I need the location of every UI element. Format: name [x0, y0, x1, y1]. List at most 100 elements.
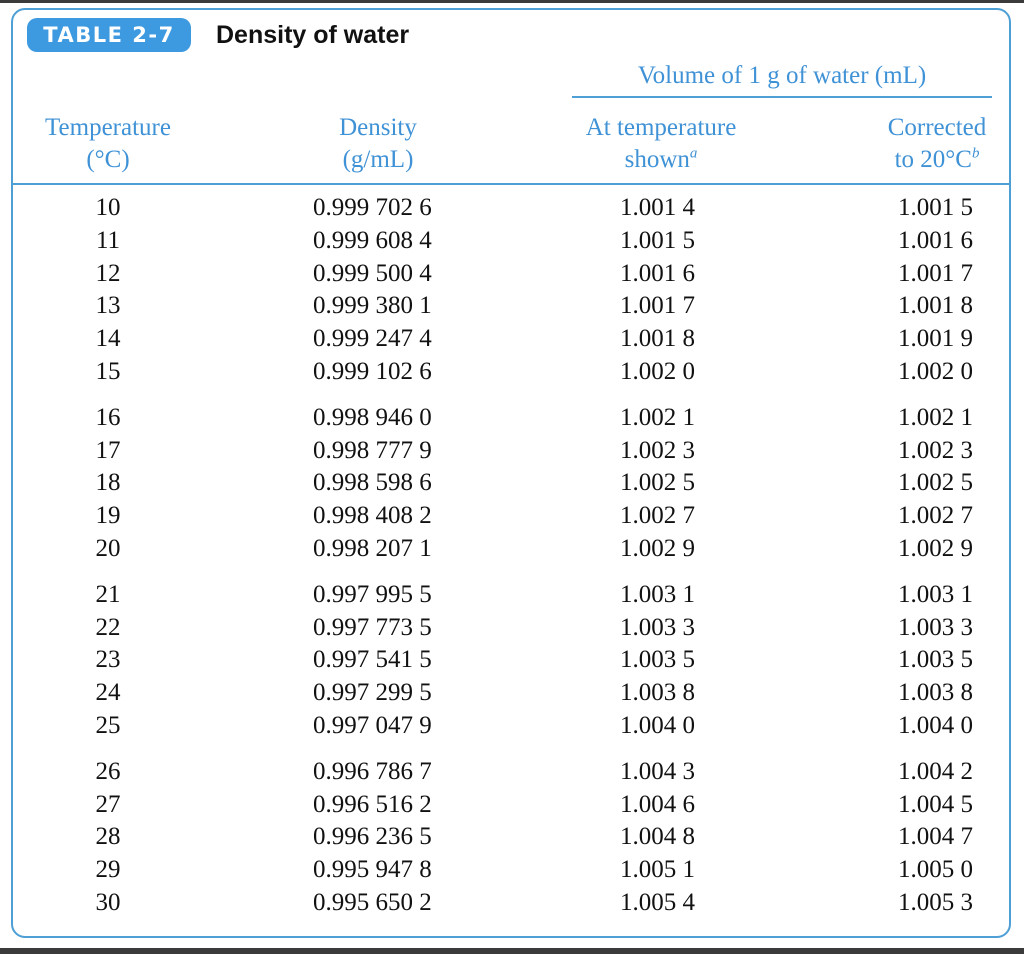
- cell-volume-corrected: 1.001 7: [898, 259, 973, 287]
- cell-density: 0.995 650 2: [313, 889, 432, 916]
- cell-volume-at-temperature: 1.001 6: [620, 259, 695, 287]
- column-header-corrected-line1: Corrected: [887, 114, 987, 141]
- cell-temperature: 20: [95, 535, 121, 562]
- cell-density: 0.996 516 2: [313, 790, 432, 818]
- cell-volume-corrected: 1.001 8: [898, 292, 973, 320]
- cell-temperature: 26: [95, 757, 121, 785]
- cell-temperature: 24: [95, 679, 121, 707]
- cell-density: 0.999 102 6: [313, 358, 432, 385]
- cell-temperature: 21: [95, 580, 121, 608]
- cell-density: 0.999 380 1: [313, 292, 432, 320]
- table-number-badge: TABLE 2-7: [27, 18, 191, 52]
- cell-temperature: 15: [95, 358, 121, 385]
- document-page: TABLE 2-7 Density of water Volume of 1 g…: [0, 0, 1024, 954]
- cell-volume-corrected: 1.003 8: [898, 679, 973, 707]
- column-header-at-temperature-line2: shown: [624, 146, 690, 173]
- header-rule: [13, 183, 1009, 185]
- cell-density: 0.998 777 9: [313, 436, 432, 464]
- cell-temperature: 18: [95, 469, 121, 497]
- cell-density: 0.995 947 8: [313, 856, 432, 884]
- footnote-marker-a: a: [689, 145, 698, 162]
- cell-temperature: 23: [95, 646, 121, 674]
- cell-density: 0.996 786 7: [313, 757, 432, 785]
- cell-volume-at-temperature: 1.004 3: [620, 757, 695, 785]
- cell-volume-at-temperature: 1.003 8: [620, 679, 695, 707]
- cell-density: 0.998 207 1: [313, 535, 432, 562]
- cell-density: 0.997 299 5: [313, 679, 432, 707]
- cell-volume-corrected: 1.002 5: [898, 469, 973, 497]
- cell-volume-corrected: 1.004 5: [898, 790, 973, 818]
- cell-temperature: 27: [95, 790, 121, 818]
- column-header-at-temperature-line2-wrap: showna: [556, 144, 766, 176]
- cell-volume-at-temperature: 1.002 0: [620, 358, 695, 385]
- cell-density: 0.999 702 6: [313, 194, 432, 221]
- cell-volume-corrected: 1.002 9: [898, 535, 973, 562]
- cell-volume-corrected: 1.002 0: [898, 358, 973, 385]
- cell-volume-at-temperature: 1.004 6: [620, 790, 695, 818]
- cell-volume-at-temperature: 1.001 5: [620, 226, 695, 254]
- cell-density: 0.998 598 6: [313, 469, 432, 497]
- cell-temperature: 30: [95, 889, 121, 916]
- cell-volume-at-temperature: 1.002 5: [620, 469, 695, 497]
- cell-density: 0.996 236 5: [313, 823, 432, 851]
- cell-volume-at-temperature: 1.003 3: [620, 613, 695, 641]
- cell-temperature: 22: [95, 613, 121, 641]
- cell-temperature: 19: [95, 502, 121, 530]
- cell-volume-corrected: 1.004 0: [898, 712, 973, 739]
- volume-group-rule: [572, 96, 992, 98]
- cell-density: 0.999 608 4: [313, 226, 432, 254]
- cell-temperature: 25: [95, 712, 121, 739]
- cell-volume-corrected: 1.002 7: [898, 502, 973, 530]
- column-header-at-temperature: At temperature showna: [556, 112, 766, 178]
- column-header-temperature-line1: Temperature: [45, 114, 171, 141]
- cell-temperature: 13: [95, 292, 121, 320]
- cell-volume-corrected: 1.002 1: [898, 403, 973, 431]
- cell-volume-at-temperature: 1.002 1: [620, 403, 695, 431]
- cell-volume-corrected: 1.003 5: [898, 646, 973, 674]
- cell-temperature: 17: [95, 436, 121, 464]
- cell-density: 0.999 500 4: [313, 259, 432, 287]
- cell-density: 0.997 773 5: [313, 613, 432, 641]
- cell-volume-at-temperature: 1.004 8: [620, 823, 695, 851]
- window-edge-bottom: [0, 948, 1024, 954]
- cell-density: 0.997 047 9: [313, 712, 432, 739]
- column-header-temperature: Temperature (°C): [28, 112, 188, 178]
- cell-volume-at-temperature: 1.005 4: [620, 889, 695, 916]
- cell-volume-at-temperature: 1.001 4: [620, 194, 695, 221]
- cell-volume-at-temperature: 1.005 1: [620, 856, 695, 884]
- cell-density: 0.999 247 4: [313, 325, 432, 353]
- cell-volume-corrected: 1.002 3: [898, 436, 973, 464]
- column-header-density: Density (g/mL): [298, 112, 458, 178]
- cell-volume-at-temperature: 1.002 3: [620, 436, 695, 464]
- cell-temperature: 11: [95, 226, 121, 254]
- window-edge-top: [0, 0, 1024, 3]
- cell-volume-corrected: 1.005 0: [898, 856, 973, 884]
- cell-volume-at-temperature: 1.001 8: [620, 325, 695, 353]
- cell-volume-at-temperature: 1.003 5: [620, 646, 695, 674]
- cell-volume-corrected: 1.001 5: [898, 194, 973, 221]
- cell-temperature: 16: [95, 403, 121, 431]
- cell-volume-at-temperature: 1.004 0: [620, 712, 695, 739]
- column-header-temperature-line2: (°C): [86, 146, 130, 173]
- footnote-marker-b: b: [971, 145, 980, 162]
- cell-volume-corrected: 1.004 2: [898, 757, 973, 785]
- cell-density: 0.997 541 5: [313, 646, 432, 674]
- column-header-corrected-line2-wrap: to 20°Cb: [862, 144, 1012, 176]
- column-header-at-temperature-line1: At temperature: [585, 114, 737, 141]
- cell-volume-at-temperature: 1.003 1: [620, 580, 695, 608]
- cell-volume-corrected: 1.004 7: [898, 823, 973, 851]
- cell-volume-corrected: 1.003 3: [898, 613, 973, 641]
- cell-volume-corrected: 1.001 6: [898, 226, 973, 254]
- cell-temperature: 12: [95, 259, 121, 287]
- volume-group-header: Volume of 1 g of water (mL): [637, 62, 927, 89]
- cell-temperature: 10: [95, 194, 121, 221]
- table-title: Density of water: [216, 21, 410, 49]
- cell-volume-corrected: 1.003 1: [898, 580, 973, 608]
- cell-temperature: 29: [95, 856, 121, 884]
- cell-density: 0.997 995 5: [313, 580, 432, 608]
- cell-volume-corrected: 1.005 3: [898, 889, 973, 916]
- column-header-density-line1: Density: [339, 114, 417, 141]
- cell-temperature: 14: [95, 325, 121, 353]
- cell-temperature: 28: [95, 823, 121, 851]
- column-header-density-line2: (g/mL): [342, 146, 414, 173]
